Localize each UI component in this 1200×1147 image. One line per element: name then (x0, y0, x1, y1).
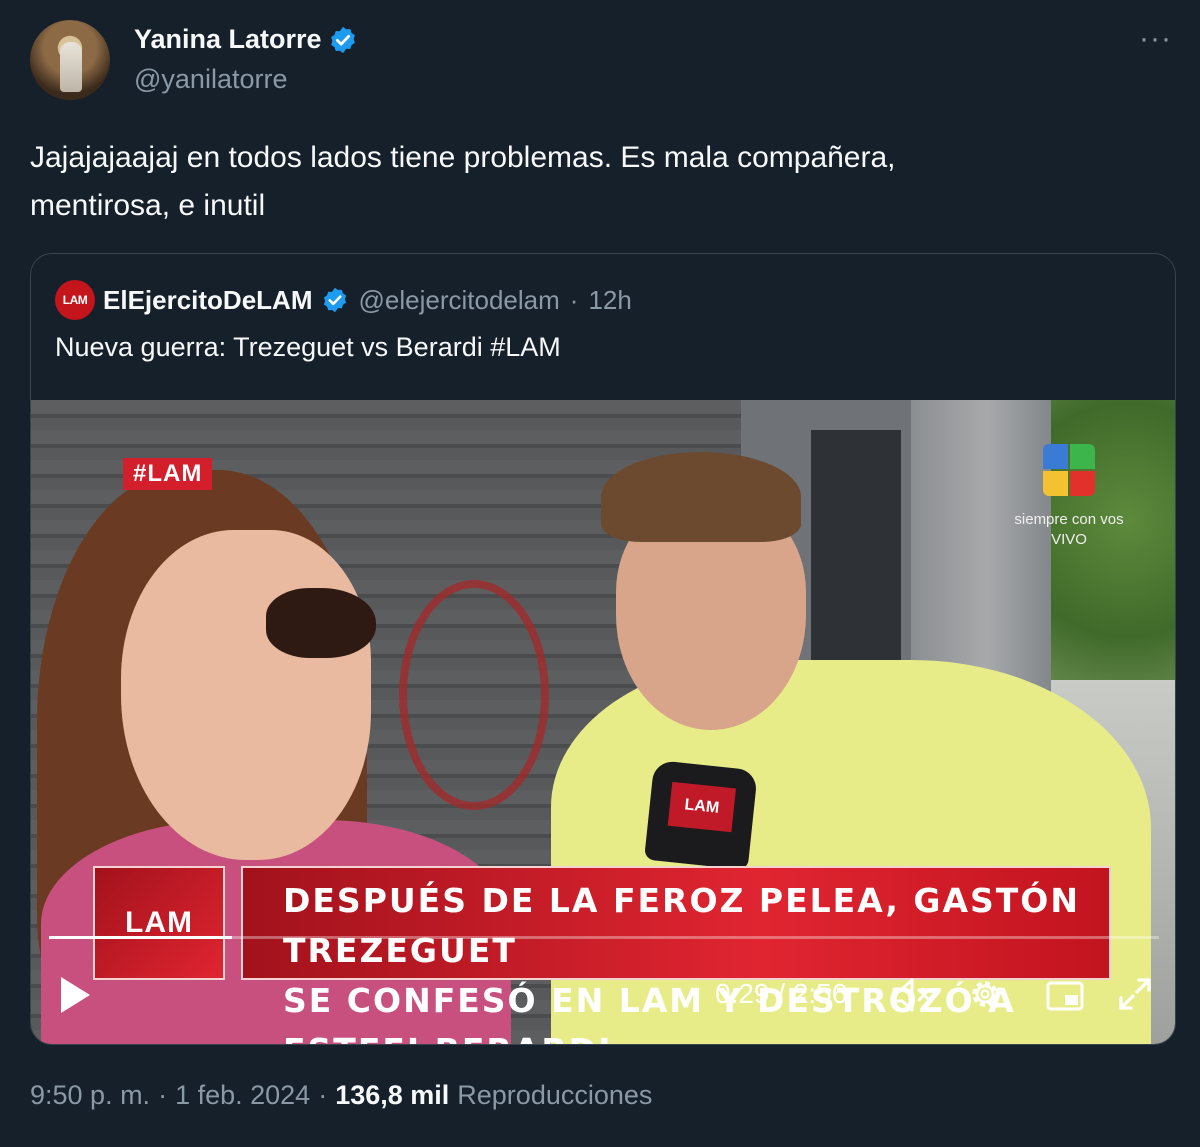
views-count: 136,8 mil (335, 1080, 450, 1110)
play-icon[interactable] (57, 974, 93, 1016)
verified-badge-icon (323, 287, 346, 313)
video-player[interactable]: LAM #LAM siempre con vos VIVO LAM DESPUÉ… (31, 400, 1175, 1044)
video-sunglasses (266, 588, 376, 658)
headline-line: DESPUÉS DE LA FEROZ PELEA, GASTÓN TREZEG… (283, 881, 1080, 970)
video-person-woman-face (121, 530, 371, 860)
channel-tagline: siempre con vos VIVO (999, 510, 1139, 550)
muted-volume-icon[interactable] (891, 976, 935, 1014)
quoted-author-handle[interactable]: @elejercitodelam (359, 285, 560, 316)
lower-third-headline: DESPUÉS DE LA FEROZ PELEA, GASTÓN TREZEG… (241, 866, 1111, 1044)
tweet-footer: 9:50 p. m. · 1 feb. 2024 · 136,8 mil Rep… (30, 1080, 652, 1111)
views-label: Reproducciones (457, 1080, 653, 1110)
channel-tagline-line: VIVO (1051, 531, 1087, 548)
video-scene-graffiti (399, 580, 549, 810)
quoted-author-avatar[interactable]: LAM (55, 280, 95, 320)
quoted-time-ago[interactable]: 12h (588, 285, 631, 316)
quoted-tweet-card[interactable]: LAM ElEjercitoDeLAM @elejercitodelam · 1… (30, 253, 1176, 1045)
author-handle[interactable]: @yanilatorre (134, 64, 287, 95)
video-person-man-hair (601, 452, 801, 542)
video-progress-fill (49, 936, 233, 939)
video-progress-bar[interactable] (49, 936, 1159, 939)
separator-dot: · (318, 1080, 328, 1110)
channel-tagline-line: siempre con vos (1014, 511, 1124, 528)
picture-in-picture-icon[interactable] (1045, 978, 1085, 1014)
quoted-author-name[interactable]: ElEjercitoDeLAM (103, 285, 313, 316)
fullscreen-icon[interactable] (1115, 974, 1155, 1014)
tweet-text: Jajajajaajaj en todos lados tiene proble… (30, 134, 1150, 230)
channel-logo-icon (1043, 444, 1095, 496)
avatar-figure (60, 42, 82, 92)
author-display-name[interactable]: Yanina Latorre (134, 24, 322, 55)
separator-dot: · (158, 1080, 168, 1110)
quoted-tweet-text: Nueva guerra: Trezeguet vs Berardi #LAM (55, 332, 561, 362)
tweet-text-line: Jajajajaajaj en todos lados tiene proble… (30, 141, 896, 174)
separator-dot: · (569, 284, 579, 315)
author-name-row: Yanina Latorre (134, 24, 358, 55)
lower-third-logo: LAM (93, 866, 225, 980)
author-avatar[interactable] (30, 20, 110, 100)
tweet-time[interactable]: 9:50 p. m. (30, 1080, 150, 1111)
video-time-display: 0:29 / 2:56 (715, 978, 848, 1009)
settings-gear-icon[interactable] (965, 974, 1005, 1014)
tweet-date[interactable]: 1 feb. 2024 (175, 1080, 310, 1111)
more-options-icon[interactable]: ··· (1139, 22, 1172, 56)
mic-logo: LAM (667, 781, 736, 833)
quoted-tweet-header: LAM ElEjercitoDeLAM @elejercitodelam · 1… (55, 280, 632, 320)
microphone: LAM (644, 759, 758, 871)
tweet-text-line: mentirosa, e inutil (30, 189, 266, 222)
video-hashtag-overlay: #LAM (123, 458, 213, 490)
verified-badge-icon (330, 26, 355, 53)
